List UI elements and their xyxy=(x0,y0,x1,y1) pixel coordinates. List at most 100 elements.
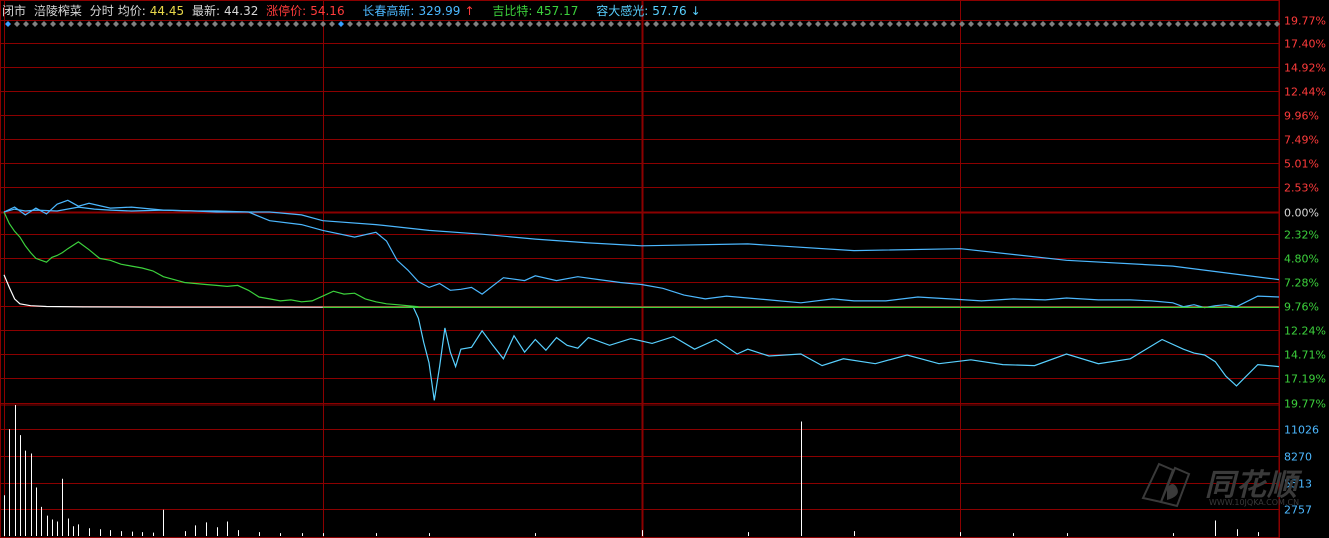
mode-label[interactable]: 分时 xyxy=(90,4,114,18)
timeline-marker xyxy=(761,21,767,27)
stock-name[interactable]: 涪陵榨菜 xyxy=(34,4,82,18)
timeline-marker xyxy=(1238,21,1244,27)
y-tick-label: 0.00% xyxy=(1284,207,1319,220)
timeline-marker xyxy=(1112,21,1118,27)
compare-3-label[interactable]: 容大感光: xyxy=(596,4,648,18)
timeline-marker xyxy=(392,21,398,27)
timeline-marker xyxy=(860,21,866,27)
timeline-marker xyxy=(338,21,344,27)
timeline-marker xyxy=(176,21,182,27)
timeline-marker xyxy=(410,21,416,27)
timeline-marker xyxy=(446,21,452,27)
down-arrow-icon: ↓ xyxy=(690,4,701,18)
y-tick-label: 19.77% xyxy=(1284,15,1326,28)
timeline-marker xyxy=(752,21,758,27)
timeline-marker xyxy=(572,21,578,27)
timeline-marker xyxy=(5,21,11,27)
timeline-marker xyxy=(95,21,101,27)
timeline-marker xyxy=(1247,21,1253,27)
timeline-marker xyxy=(1067,21,1073,27)
timeline-marker xyxy=(437,21,443,27)
timeline-marker xyxy=(653,21,659,27)
timeline-marker xyxy=(1211,21,1217,27)
y-tick-label: 14.92% xyxy=(1284,62,1326,75)
timeline-marker xyxy=(284,21,290,27)
timeline-marker xyxy=(626,21,632,27)
timeline-marker xyxy=(329,21,335,27)
timeline-marker xyxy=(842,21,848,27)
timeline-marker xyxy=(194,21,200,27)
timeline-marker xyxy=(1202,21,1208,27)
timeline-marker xyxy=(239,21,245,27)
timeline-marker xyxy=(770,21,776,27)
timeline-marker xyxy=(455,21,461,27)
timeline-marker xyxy=(50,21,56,27)
compare-3-line xyxy=(412,306,1280,401)
limit-label: 涨停价: xyxy=(266,4,307,18)
timeline-marker xyxy=(950,21,956,27)
timeline-marker xyxy=(1103,21,1109,27)
timeline-marker xyxy=(788,21,794,27)
timeline-marker xyxy=(554,21,560,27)
timeline-marker xyxy=(131,21,137,27)
timeline-marker xyxy=(977,21,983,27)
timeline-marker xyxy=(347,21,353,27)
y-tick-label: 2.53% xyxy=(1284,182,1319,195)
timeline-marker xyxy=(365,21,371,27)
timeline-marker xyxy=(104,21,110,27)
timeline-marker xyxy=(257,21,263,27)
timeline-marker xyxy=(986,21,992,27)
y-tick-label: 7.49% xyxy=(1284,134,1319,147)
timeline-marker xyxy=(464,21,470,27)
timeline-marker xyxy=(77,21,83,27)
timeline-marker xyxy=(698,21,704,27)
timeline-marker xyxy=(1184,21,1190,27)
timeline-marker xyxy=(158,21,164,27)
timeline-marker xyxy=(1022,21,1028,27)
timeline-marker xyxy=(896,21,902,27)
timeline-marker xyxy=(1013,21,1019,27)
compare-2-label[interactable]: 吉比特: xyxy=(492,4,532,18)
timeline-marker xyxy=(1058,21,1064,27)
timeline-marker xyxy=(185,21,191,27)
timeline-marker xyxy=(959,21,965,27)
timeline-marker xyxy=(932,21,938,27)
timeline-marker xyxy=(581,21,587,27)
compare-2-value: 457.17 xyxy=(536,4,579,18)
timeline-marker xyxy=(14,21,20,27)
timeline-marker xyxy=(374,21,380,27)
timeline-marker xyxy=(635,21,641,27)
volume-tick-label: 11026 xyxy=(1284,424,1319,437)
timeline-marker xyxy=(473,21,479,27)
timeline-marker xyxy=(1220,21,1226,27)
logo-mark-icon xyxy=(1141,462,1191,508)
timeline-marker xyxy=(275,21,281,27)
timeline-marker xyxy=(1130,21,1136,27)
timeline-marker xyxy=(662,21,668,27)
timeline-marker xyxy=(1166,21,1172,27)
y-tick-label: 7.28% xyxy=(1284,277,1319,290)
intraday-chart[interactable]: 19.77% 17.40% 14.92% 12.44% 9.96% 7.49% 5.01% 2… xyxy=(0,0,1329,538)
timeline-marker xyxy=(311,21,317,27)
timeline-marker xyxy=(23,21,29,27)
timeline-marker xyxy=(518,21,524,27)
timeline-marker xyxy=(68,21,74,27)
timeline-marker xyxy=(32,21,38,27)
timeline-marker xyxy=(743,21,749,27)
timeline-marker xyxy=(1175,21,1181,27)
timeline-marker xyxy=(527,21,533,27)
timeline-marker xyxy=(563,21,569,27)
timeline-marker xyxy=(599,21,605,27)
timeline-marker xyxy=(1265,21,1271,27)
timeline-marker xyxy=(995,21,1001,27)
timeline-marker xyxy=(1256,21,1262,27)
timeline-marker xyxy=(293,21,299,27)
compare-1-label[interactable]: 长春高新: xyxy=(362,4,414,18)
y-tick-label: 17.19% xyxy=(1284,373,1326,386)
timeline-marker xyxy=(113,21,119,27)
limit-value: 54.16 xyxy=(310,4,345,18)
up-arrow-icon: ↑ xyxy=(464,4,475,18)
timeline-marker xyxy=(122,21,128,27)
timeline-marker xyxy=(716,21,722,27)
timeline-marker xyxy=(221,21,227,27)
